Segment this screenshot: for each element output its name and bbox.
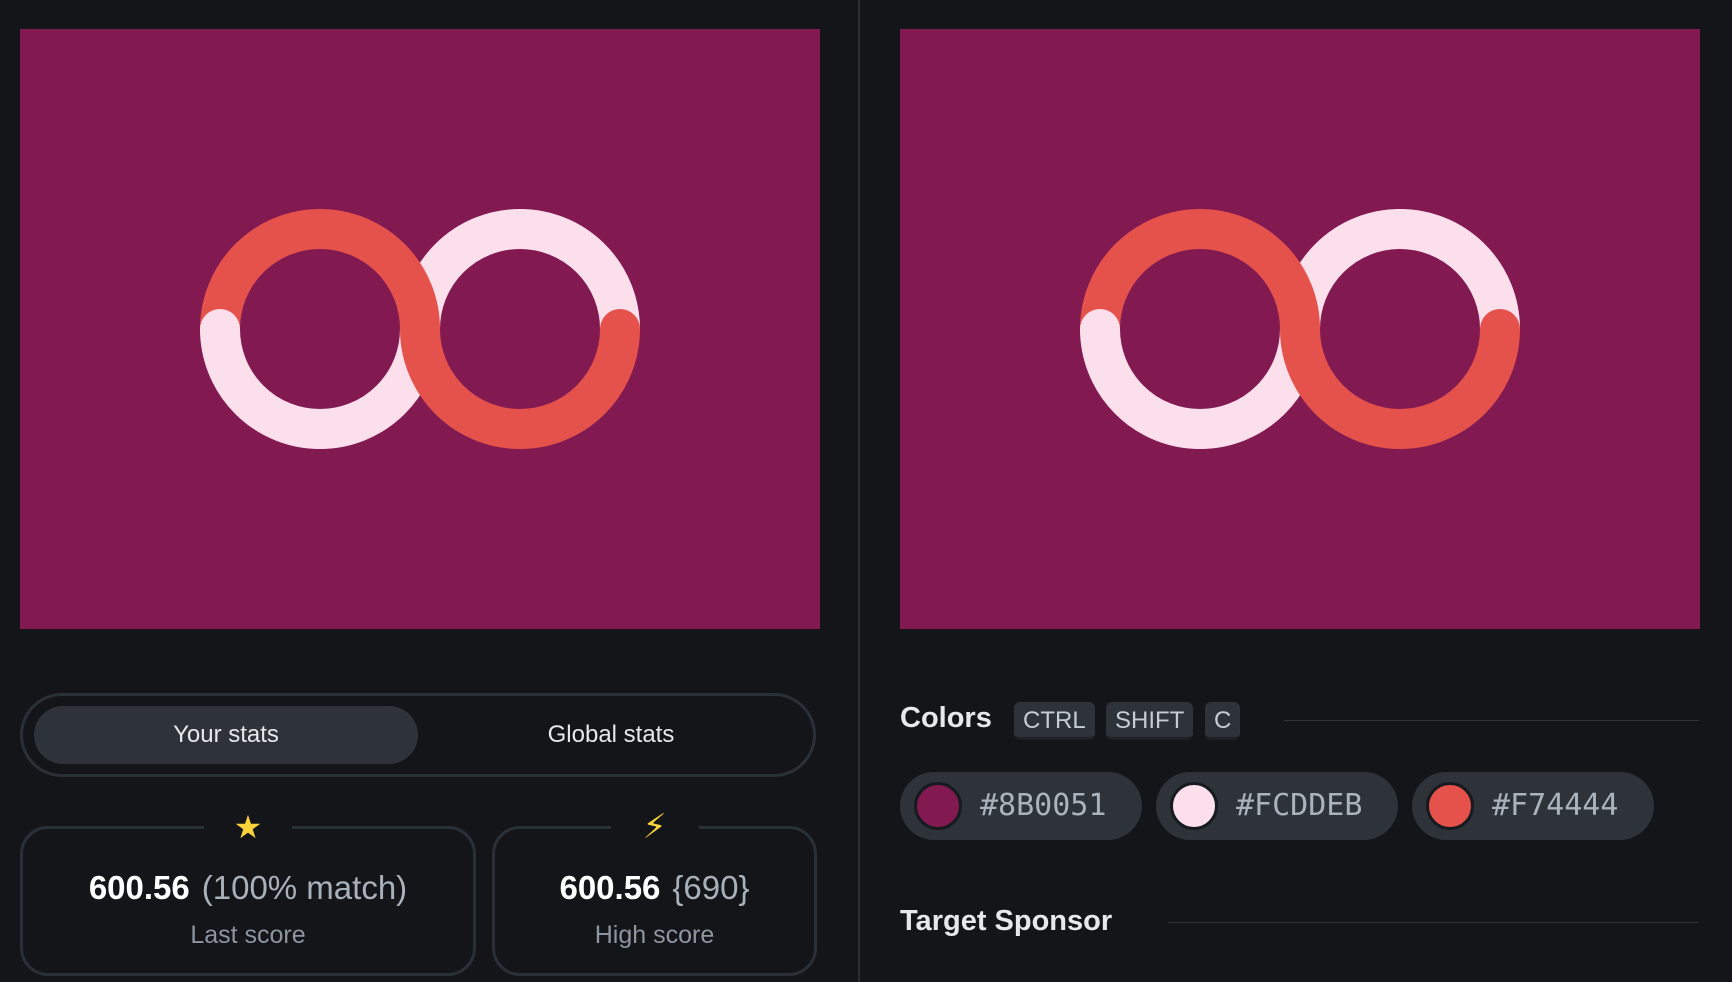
target-canvas <box>900 29 1700 629</box>
color-dot <box>1426 782 1474 830</box>
right-ring-upper-arc <box>400 209 640 330</box>
color-dot <box>1170 782 1218 830</box>
stats-toggle: Your stats Global stats <box>20 693 816 777</box>
left-cap <box>1080 309 1120 349</box>
right-ring-lower-arc <box>1280 328 1520 449</box>
last-score-card: ★ 600.56 (100% match) Last score <box>20 807 476 976</box>
sponsor-divider <box>1168 922 1699 923</box>
colors-divider <box>1284 720 1699 721</box>
left-ring-upper-arc <box>1080 209 1320 330</box>
output-panel: Your stats Global stats ★ 600.56 (100% ma… <box>0 0 858 982</box>
last-score-line: 600.56 (100% match) <box>23 869 473 907</box>
lightning-icon: ⚡ <box>610 807 699 847</box>
left-ring-upper-arc <box>200 209 440 330</box>
color-hex: #8B0051 <box>980 788 1107 823</box>
color-swatch[interactable]: #8B0051 <box>900 772 1142 840</box>
star-icon: ★ <box>204 807 292 847</box>
output-drawing <box>200 209 640 449</box>
last-score-match: (100% match) <box>201 869 408 906</box>
color-hex: #F74444 <box>1492 788 1619 823</box>
color-hex: #FCDDEB <box>1236 788 1363 823</box>
right-ring-upper-arc <box>1280 209 1520 330</box>
tab-your-stats[interactable]: Your stats <box>34 706 418 764</box>
output-canvas[interactable] <box>20 29 820 629</box>
left-ring-lower-arc <box>200 328 440 449</box>
right-cap <box>1480 309 1520 349</box>
kbd-ctrl: CTRL <box>1014 702 1095 740</box>
right-ring-lower-arc <box>400 328 640 449</box>
target-drawing <box>1080 209 1520 449</box>
right-cap <box>600 309 640 349</box>
last-score-value: 600.56 <box>88 869 190 906</box>
kbd-shift: SHIFT <box>1106 702 1194 740</box>
high-score-line: 600.56 {690} <box>495 869 814 907</box>
last-score-label: Last score <box>190 921 306 949</box>
target-panel: Colors CTRL SHIFT C #8B0051 #FCDDEB #F74… <box>860 0 1732 982</box>
left-cap <box>200 309 240 349</box>
colors-heading: Colors <box>900 702 992 734</box>
tab-global-stats[interactable]: Global stats <box>419 706 803 764</box>
kbd-c: C <box>1205 702 1241 740</box>
color-swatch[interactable]: #FCDDEB <box>1156 772 1398 840</box>
color-swatch[interactable]: #F74444 <box>1412 772 1654 840</box>
high-score-label: High score <box>594 921 715 949</box>
color-dot <box>914 782 962 830</box>
high-score-value: 600.56 <box>559 869 661 906</box>
high-score-chars: {690} <box>672 869 750 906</box>
target-sponsor-heading: Target Sponsor <box>900 905 1113 937</box>
high-score-card: ⚡ 600.56 {690} High score <box>492 807 817 976</box>
left-ring-lower-arc <box>1080 328 1320 449</box>
